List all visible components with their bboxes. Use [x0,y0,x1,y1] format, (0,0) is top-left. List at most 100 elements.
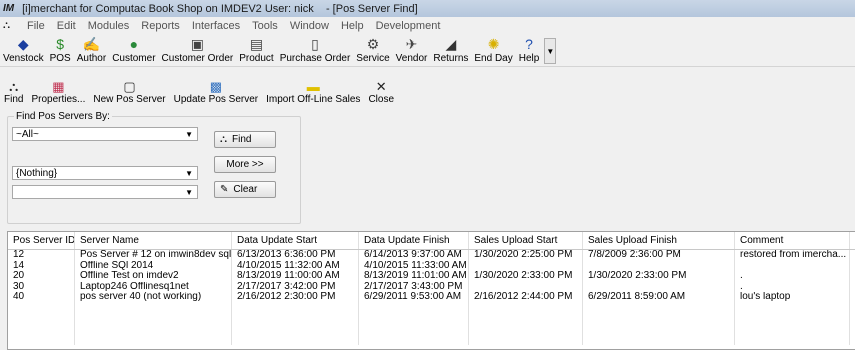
menu-file[interactable]: File [21,20,51,32]
empty-cell [583,302,735,313]
table-cell: Pos Server # 12 on imwin8dev sql2012 [75,250,232,261]
toolbar-button-author[interactable]: ✍ Author [74,34,109,66]
empty-cell [359,313,469,324]
menu-edit[interactable]: Edit [51,20,82,32]
form-button-close[interactable]: ✕ Close [364,79,398,107]
toolbar-button-end-day[interactable]: ✺ End Day [471,34,515,66]
toolbar-button-label: Venstock [3,53,44,64]
table-cell: 1/30/2020 2:33:00 PM [469,271,583,282]
form-button-label: Find [4,94,24,105]
form-button-import-off-line-sales[interactable]: ▬ Import Off-Line Sales [262,79,364,107]
filter-combo-primary-value: ~All~ [16,129,39,140]
empty-cell [75,302,232,313]
table-cell: 7/8/2009 2:36:00 PM [583,250,735,261]
toolbar-button-vendor[interactable]: ✈ Vendor [393,34,431,66]
pos-server-grid[interactable]: Pos Server ID Server Name Data Update Star… [7,231,855,350]
empty-cell [232,323,359,334]
toolbar-button-customer-order[interactable]: ▣ Customer Order [159,34,237,66]
customer-icon: ● [129,36,139,52]
toolbar-button-help[interactable]: ? Help [516,34,543,66]
chevron-down-icon[interactable]: ▼ [185,128,193,142]
menu-tools[interactable]: Tools [246,20,284,32]
form-button-update-pos-server[interactable]: ▩ Update Pos Server [170,79,263,107]
column-header[interactable]: Data Update Finish [359,232,469,249]
form-button-label: Close [368,94,395,105]
toolbar-button-customer[interactable]: ● Customer [109,34,158,66]
table-cell: 2/17/2017 3:42:00 PM [232,281,359,292]
table-cell [469,281,583,292]
menu-bar: ⛬ File Edit Modules Reports Interfaces T… [0,17,855,34]
toolbar-button-label: Author [76,53,107,64]
table-cell: 1/30/2020 2:25:00 PM [469,250,583,261]
vendor-icon: ✈ [405,36,418,52]
chevron-down-icon: ▼ [546,46,555,56]
menu-help[interactable]: Help [335,20,370,32]
returns-icon: ◢ [445,36,457,52]
toolbar-button-service[interactable]: ⚙ Service [353,34,392,66]
table-row[interactable]: 12Pos Server # 12 on imwin8dev sql20126/… [8,250,855,261]
table-row[interactable]: 40 pos server 40 (not working) 2/16/2012 2… [8,292,855,303]
table-cell: 40 [8,292,75,303]
form-button-label: Properties... [31,94,86,105]
column-header[interactable]: Comment [735,232,850,249]
toolbar-button-label: Product [239,53,274,64]
table-row[interactable]: 14 Offline SQl 2014 4/10/2015 11:32:00 AM 4… [8,260,855,271]
column-header[interactable]: Sales Upload Start [469,232,583,249]
find-button[interactable]: ⛬ Find [214,131,276,148]
toolbar-button-label: Returns [433,53,469,64]
table-cell: 6/29/2011 8:59:00 AM [583,292,735,303]
empty-cell [75,323,232,334]
filter-combo-value[interactable]: ▼ [12,185,198,199]
empty-cell [232,302,359,313]
empty-row [8,334,855,345]
empty-cell [232,313,359,324]
column-header[interactable]: Data Update Start [232,232,359,249]
table-cell: 6/13/2013 6:36:00 PM [232,250,359,261]
binoculars-icon: ⛬ [9,79,19,94]
filter-combo-secondary-value: {Nothing} [16,168,58,179]
table-row[interactable]: 30 Laptop246 Offlinesq1net 2/17/2017 3:42:… [8,281,855,292]
table-row[interactable]: 20 Offline Test on imdev2 8/13/2019 11:00:… [8,271,855,282]
table-cell: 8/13/2019 11:01:00 AM [359,271,469,282]
menu-window[interactable]: Window [284,20,335,32]
empty-cell [469,323,583,334]
toolbar-button-purchase-order[interactable]: ▯ Purchase Order [277,34,354,66]
more-button[interactable]: More >> [214,156,276,173]
empty-cell [75,334,232,345]
filter-combo-primary[interactable]: ~All~ ▼ [12,127,198,141]
column-header[interactable]: Pos Server ID [8,232,75,249]
eraser-icon: ✎ [220,184,229,195]
table-cell: 12 [8,250,75,261]
form-button-properties[interactable]: ▦ Properties... [27,79,89,107]
clear-button[interactable]: ✎ Clear [214,181,276,198]
toolbar-button-pos[interactable]: $ POS [47,34,74,66]
toolbar-button-label: POS [49,53,71,64]
toolbar-button-product[interactable]: ▤ Product [236,34,276,66]
empty-row [8,302,855,313]
menu-modules[interactable]: Modules [82,20,136,32]
table-cell: Offline Test on imdev2 [75,271,232,282]
main-toolbar: ◆ Venstock $ POS ✍ Author ● Customer ▣ Customer O… [0,34,855,67]
filter-combo-secondary[interactable]: {Nothing} ▼ [12,166,198,180]
chevron-down-icon[interactable]: ▼ [185,186,193,200]
column-header[interactable]: Sales Upload Finish [583,232,735,249]
toolbar-button-label: End Day [474,53,513,64]
filter-group-label: Find Pos Servers By: [14,111,112,122]
toolbar-button-returns[interactable]: ◢ Returns [430,34,471,66]
form-button-new-pos-server[interactable]: ▢ New Pos Server [89,79,169,107]
empty-cell [469,313,583,324]
menu-interfaces[interactable]: Interfaces [186,20,246,32]
menu-reports[interactable]: Reports [135,20,186,32]
empty-cell [583,334,735,345]
binoculars-icon[interactable]: ⛬ [3,20,17,32]
table-cell: pos server 40 (not working) [75,292,232,303]
table-cell: 8/13/2019 11:00:00 AM [232,271,359,282]
form-button-label: Import Off-Line Sales [266,94,361,105]
column-header[interactable]: Server Name [75,232,232,249]
toolbar-overflow-button[interactable]: ▼ [544,38,557,64]
table-cell [583,281,735,292]
form-button-find[interactable]: ⛬ Find [0,79,27,107]
menu-development[interactable]: Development [370,20,447,32]
chevron-down-icon[interactable]: ▼ [185,167,193,181]
toolbar-button-venstock[interactable]: ◆ Venstock [0,34,47,66]
